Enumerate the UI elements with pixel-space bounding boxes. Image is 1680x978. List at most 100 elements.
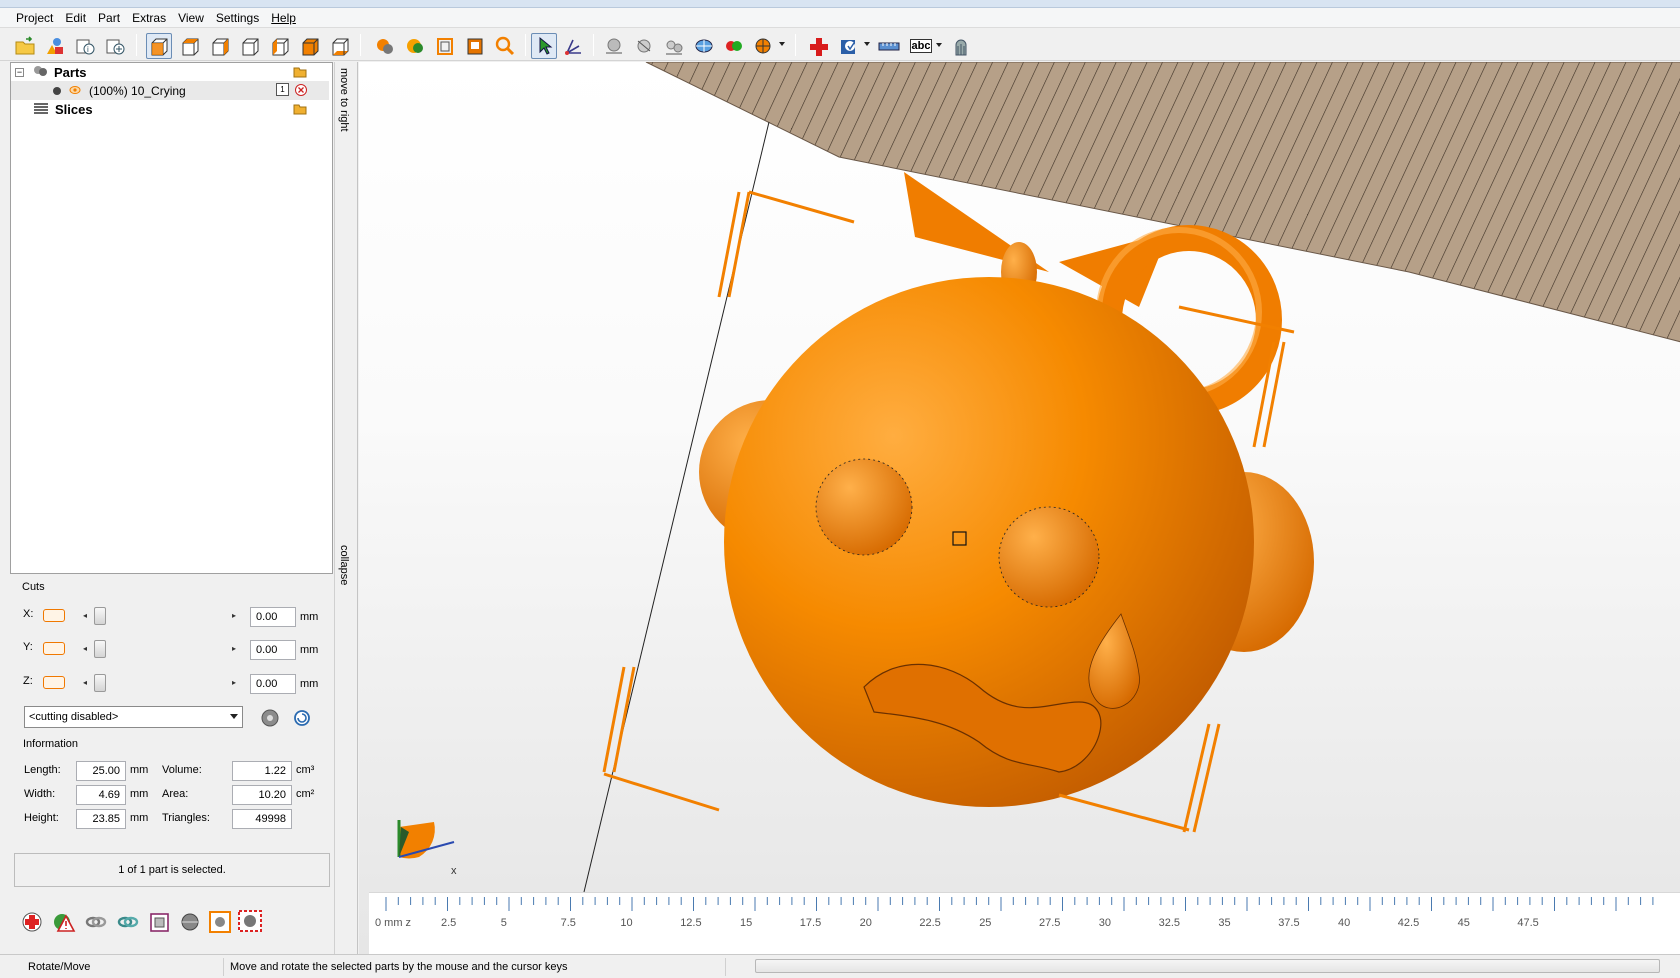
cut-y-slider-thumb[interactable] bbox=[94, 640, 106, 658]
render-solid-icon[interactable] bbox=[372, 33, 398, 59]
render-shaded-icon[interactable] bbox=[402, 33, 428, 59]
ruler-label: 32.5 bbox=[1158, 917, 1181, 929]
text-label-icon[interactable]: abc bbox=[906, 33, 942, 59]
ruler-icon[interactable] bbox=[876, 33, 902, 59]
triangles-label: Triangles: bbox=[162, 812, 210, 824]
ruler-label: 10 bbox=[620, 917, 633, 929]
cut-z-slider-thumb[interactable] bbox=[94, 674, 106, 692]
cut-x-left-arrow-icon[interactable]: ◂ bbox=[83, 611, 87, 620]
view-right-icon[interactable] bbox=[207, 33, 233, 59]
cut-z-value[interactable]: 0.00 bbox=[250, 674, 296, 694]
cut-x-swatch[interactable] bbox=[43, 609, 65, 622]
cut-y-swatch[interactable] bbox=[43, 642, 65, 655]
measure-icon[interactable] bbox=[561, 33, 587, 59]
part-info-icon[interactable]: i bbox=[72, 33, 98, 59]
remove-part-icon[interactable] bbox=[294, 83, 308, 100]
tree-parts-row[interactable]: − Parts bbox=[15, 63, 87, 82]
menu-help[interactable]: Help bbox=[265, 8, 302, 28]
area-unit: cm² bbox=[296, 788, 315, 800]
cut-z-left-arrow-icon[interactable]: ◂ bbox=[83, 678, 87, 687]
cut-x-slider-thumb[interactable] bbox=[94, 607, 106, 625]
cut-z-right-arrow-icon[interactable]: ▸ bbox=[232, 678, 236, 687]
left-panel: − Parts (100%) 10_Crying 1 Slices Cuts X… bbox=[10, 62, 334, 954]
menu-extras[interactable]: Extras bbox=[126, 8, 172, 28]
measurement-ruler: 0 mm z 2.5 5 7.5 10 12.5 15 17.5 20 22.5 25 27.5 30… bbox=[369, 892, 1680, 954]
sphere-icon[interactable] bbox=[601, 33, 627, 59]
link-icon[interactable] bbox=[84, 910, 108, 937]
slices-folder-icon[interactable] bbox=[293, 103, 307, 118]
side-tab-strip: move to right collapse bbox=[334, 62, 358, 954]
orange-square-icon[interactable] bbox=[208, 910, 232, 937]
gear-red-icon[interactable] bbox=[236, 908, 264, 937]
menu-view[interactable]: View bbox=[172, 8, 210, 28]
view-left-icon[interactable] bbox=[267, 33, 293, 59]
view-3d-icon[interactable] bbox=[146, 33, 172, 59]
refresh-icon[interactable] bbox=[116, 910, 140, 937]
length-unit: mm bbox=[130, 764, 149, 776]
collapse-tab[interactable]: collapse bbox=[338, 545, 350, 585]
view-bottom-icon[interactable] bbox=[327, 33, 353, 59]
render-transparent-icon[interactable] bbox=[462, 33, 488, 59]
add-copy-icon[interactable] bbox=[102, 33, 128, 59]
repair-icon[interactable] bbox=[20, 910, 44, 937]
part-count-box[interactable]: 1 bbox=[276, 83, 289, 96]
part-visible-dot-icon[interactable] bbox=[53, 86, 61, 95]
length-value: 25.00 bbox=[76, 761, 126, 781]
repair-cross-icon[interactable] bbox=[806, 33, 832, 59]
collapse-toggle-icon[interactable]: − bbox=[15, 68, 24, 77]
cut-refresh-icon[interactable] bbox=[293, 709, 311, 730]
spheres-icon[interactable] bbox=[661, 33, 687, 59]
width-unit: mm bbox=[130, 788, 149, 800]
zoom-icon[interactable] bbox=[492, 33, 518, 59]
cut-x-value[interactable]: 0.00 bbox=[250, 607, 296, 627]
box-icon[interactable] bbox=[148, 910, 172, 937]
cut-gear-icon[interactable] bbox=[259, 707, 281, 732]
axis-x-label: x bbox=[451, 865, 457, 877]
3d-viewport[interactable]: x 0 mm z 2.5 5 7.5 10 12.5 15 17.5 20 22.5 25 27.5… bbox=[359, 62, 1680, 954]
warning-icon[interactable] bbox=[52, 910, 76, 937]
svg-text:i: i bbox=[87, 45, 89, 54]
ruler-label: 5 bbox=[500, 917, 507, 929]
report-icon[interactable] bbox=[836, 33, 870, 59]
main-toolbar: i abc bbox=[0, 29, 1680, 61]
render-wireframe-icon[interactable] bbox=[432, 33, 458, 59]
cutting-mode-select[interactable]: <cutting disabled> bbox=[24, 706, 243, 728]
select-arrow-icon[interactable] bbox=[531, 33, 557, 59]
cut-z-label: Z: bbox=[23, 675, 33, 687]
sphere-cut-icon[interactable] bbox=[631, 33, 657, 59]
view-back-icon[interactable] bbox=[237, 33, 263, 59]
add-part-icon[interactable] bbox=[42, 33, 68, 59]
open-folder-icon[interactable] bbox=[12, 33, 38, 59]
tree-slices-row[interactable]: Slices bbox=[33, 100, 93, 119]
slices-icon bbox=[33, 101, 49, 118]
move-to-right-tab[interactable]: move to right bbox=[338, 68, 350, 132]
scene-svg[interactable]: x bbox=[359, 62, 1680, 892]
texture-sphere-icon[interactable] bbox=[691, 33, 717, 59]
menu-bar: Project Edit Part Extras View Settings H… bbox=[0, 8, 1680, 28]
horizontal-scrollbar[interactable] bbox=[755, 959, 1660, 973]
width-value: 4.69 bbox=[76, 785, 126, 805]
menu-edit[interactable]: Edit bbox=[59, 8, 92, 28]
red-green-spheres-icon[interactable] bbox=[721, 33, 747, 59]
part-eye-icon[interactable] bbox=[69, 84, 81, 98]
menu-part[interactable]: Part bbox=[92, 8, 126, 28]
view-top-icon[interactable] bbox=[297, 33, 323, 59]
cut-y-value[interactable]: 0.00 bbox=[250, 640, 296, 660]
color-sphere-icon[interactable] bbox=[751, 33, 785, 59]
sphere-gray-icon[interactable] bbox=[178, 910, 202, 937]
ruler-label: 12.5 bbox=[680, 917, 702, 929]
ruler-unit-label: 0 mm z bbox=[375, 917, 412, 929]
status-mode: Rotate/Move bbox=[24, 958, 224, 976]
cut-z-swatch[interactable] bbox=[43, 676, 65, 689]
volume-value: 1.22 bbox=[232, 761, 292, 781]
parts-folder-icon[interactable] bbox=[293, 66, 307, 81]
view-front-icon[interactable] bbox=[177, 33, 203, 59]
cut-x-right-arrow-icon[interactable]: ▸ bbox=[232, 611, 236, 620]
menu-project[interactable]: Project bbox=[10, 8, 59, 28]
stand-icon[interactable] bbox=[948, 33, 974, 59]
height-value: 23.85 bbox=[76, 809, 126, 829]
cut-y-right-arrow-icon[interactable]: ▸ bbox=[232, 644, 236, 653]
menu-settings[interactable]: Settings bbox=[210, 8, 265, 28]
cut-y-left-arrow-icon[interactable]: ◂ bbox=[83, 644, 87, 653]
ruler-label: 37.5 bbox=[1278, 917, 1300, 929]
